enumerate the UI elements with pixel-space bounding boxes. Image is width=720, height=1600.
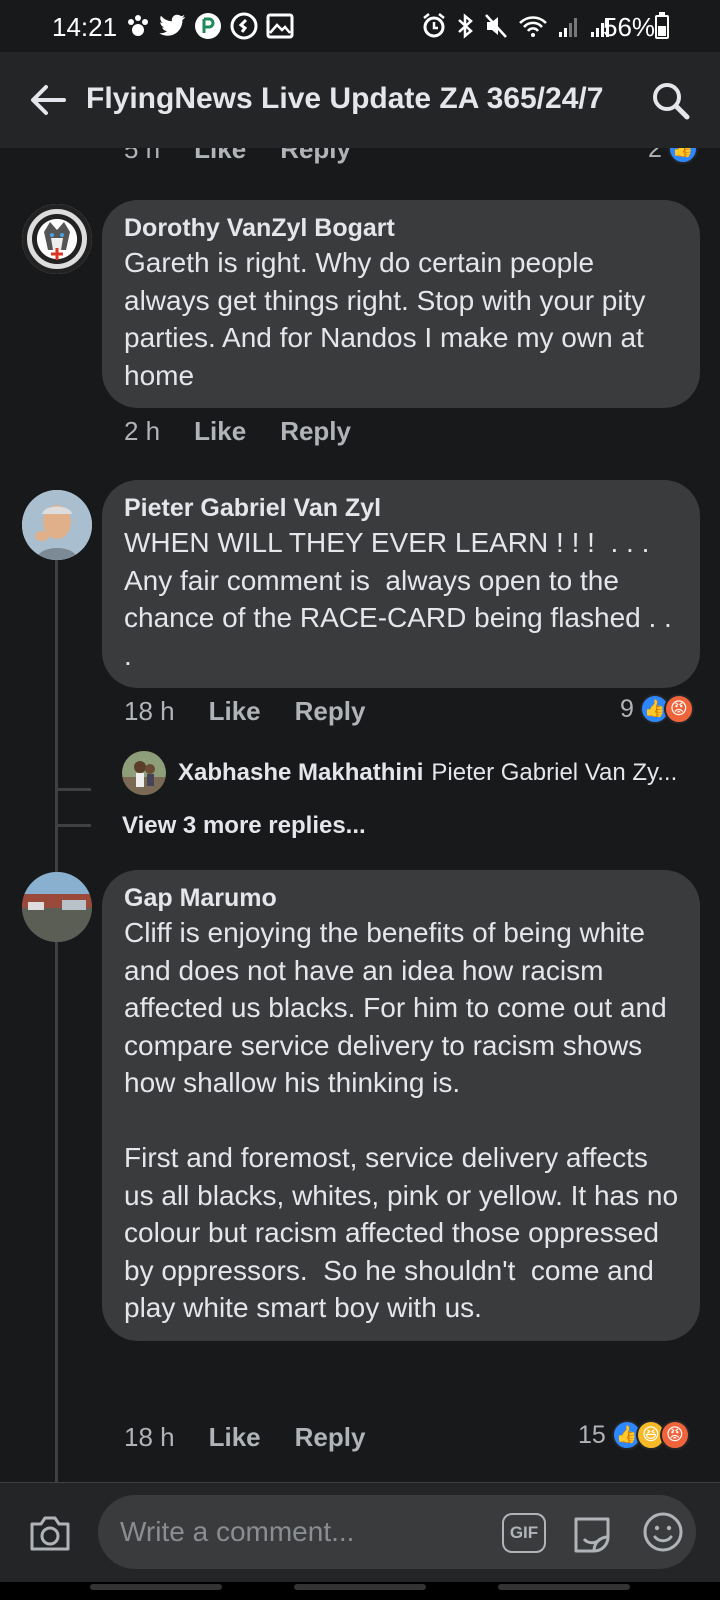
like-link[interactable]: Like	[194, 148, 246, 165]
battery-icon	[655, 12, 669, 39]
mute-icon	[485, 14, 507, 38]
thread-line	[55, 944, 58, 1482]
comment-text: Gareth is right. Why do certain people a…	[124, 247, 654, 391]
thread-branch	[55, 824, 91, 827]
reply-preview[interactable]: Xabhashe Makhathini Pieter Gabriel Van Z…	[122, 750, 677, 796]
back-arrow-icon[interactable]	[28, 80, 68, 120]
reaction-summary[interactable]: 15 👍 😆 😡	[578, 1420, 690, 1450]
reply-link[interactable]: Reply	[295, 1422, 366, 1453]
comment-time: 2 h	[124, 416, 161, 446]
sticker-icon[interactable]	[570, 1511, 614, 1555]
avatar[interactable]	[22, 872, 92, 942]
comment-author[interactable]: Pieter Gabriel Van Zyl	[124, 492, 680, 524]
comment-time: 18 h	[124, 1422, 175, 1452]
bluetooth-icon	[458, 13, 473, 39]
like-reaction-icon: 👍	[667, 148, 698, 164]
app-header: FlyingNews Live Update ZA 365/24/7	[0, 52, 720, 148]
search-icon[interactable]	[650, 80, 690, 120]
reply-link[interactable]: Reply	[295, 696, 366, 727]
like-link[interactable]: Like	[194, 416, 246, 447]
reply-avatar[interactable]	[122, 751, 166, 795]
page-title: FlyingNews Live Update ZA 365/24/7	[86, 82, 604, 115]
comment-actions: 18 h Like Reply	[124, 1422, 399, 1453]
status-bar: 14:21 56%	[0, 0, 720, 52]
nav-recents-button[interactable]	[90, 1584, 222, 1590]
alarm-icon	[423, 13, 445, 38]
status-notification-icons	[126, 12, 294, 40]
like-link[interactable]: Like	[209, 696, 261, 727]
comment-bubble[interactable]: Pieter Gabriel Van Zyl WHEN WILL THEY EV…	[102, 480, 700, 688]
comment-author[interactable]: Dorothy VanZyl Bogart	[124, 212, 680, 244]
battery-level-fill	[658, 26, 666, 36]
nav-home-button[interactable]	[294, 1584, 426, 1590]
reaction-count: 15	[578, 1420, 606, 1449]
reply-link[interactable]: Reply	[280, 148, 351, 165]
comment-time: 5 h	[124, 148, 161, 164]
reaction-summary[interactable]: 2 👍	[648, 148, 698, 164]
thread-branch	[55, 788, 91, 791]
comment-author[interactable]: Gap Marumo	[124, 882, 680, 914]
reaction-summary[interactable]: 9 👍 😡	[620, 694, 694, 724]
person-avatar-icon	[122, 751, 166, 795]
reaction-count: 2	[648, 148, 662, 163]
shazam-icon	[230, 12, 258, 40]
gallery-icon	[266, 13, 294, 39]
reply-author[interactable]: Xabhashe Makhathini	[178, 759, 423, 787]
signal-icon-1	[559, 18, 577, 37]
comment-text: Cliff is enjoying the benefits of being …	[124, 917, 679, 1323]
person-avatar-icon	[22, 490, 92, 560]
comment-composer: GIF	[0, 1482, 720, 1582]
comment-bubble[interactable]: Dorothy VanZyl Bogart Gareth is right. W…	[102, 200, 700, 408]
angry-reaction-icon: 😡	[659, 1420, 690, 1450]
battery-percent: 56%	[603, 12, 656, 42]
husky-avatar-icon	[22, 204, 92, 274]
comment-actions: 18 h Like Reply	[124, 696, 399, 727]
view-more-replies-link[interactable]: View 3 more replies...	[122, 812, 366, 840]
reply-link[interactable]: Reply	[280, 416, 351, 447]
comment-time: 18 h	[124, 696, 175, 726]
comment-bubble[interactable]: Gap Marumo Cliff is enjoying the benefit…	[102, 870, 700, 1341]
nav-back-button[interactable]	[498, 1584, 630, 1590]
emoji-icon[interactable]	[642, 1511, 684, 1553]
status-time: 14:21	[52, 12, 118, 42]
camera-icon[interactable]	[28, 1513, 72, 1553]
wifi-icon	[519, 16, 547, 37]
system-nav-bar	[0, 1582, 720, 1600]
app-notification-icon	[195, 13, 221, 39]
comment-actions: 2 h Like Reply	[124, 416, 385, 447]
gif-button[interactable]: GIF	[502, 1513, 546, 1553]
reply-text: Pieter Gabriel Van Zy...	[431, 759, 678, 786]
status-system-icons	[422, 12, 612, 40]
reaction-count: 9	[620, 694, 634, 723]
avatar[interactable]	[22, 204, 92, 274]
comments-feed[interactable]: 5 h Like Reply 2 👍 Dorothy VanZyl Bogart…	[0, 148, 720, 1482]
comment-text: WHEN WILL THEY EVER LEARN ! ! ! . . . An…	[124, 527, 680, 671]
comment-actions-partial: 5 h Like Reply	[124, 148, 385, 165]
street-photo-avatar-icon	[22, 872, 92, 942]
like-link[interactable]: Like	[209, 1422, 261, 1453]
twitter-icon	[159, 14, 185, 36]
angry-reaction-icon: 😡	[663, 694, 694, 724]
avatar[interactable]	[22, 490, 92, 560]
paw-notification-icon	[128, 15, 148, 36]
